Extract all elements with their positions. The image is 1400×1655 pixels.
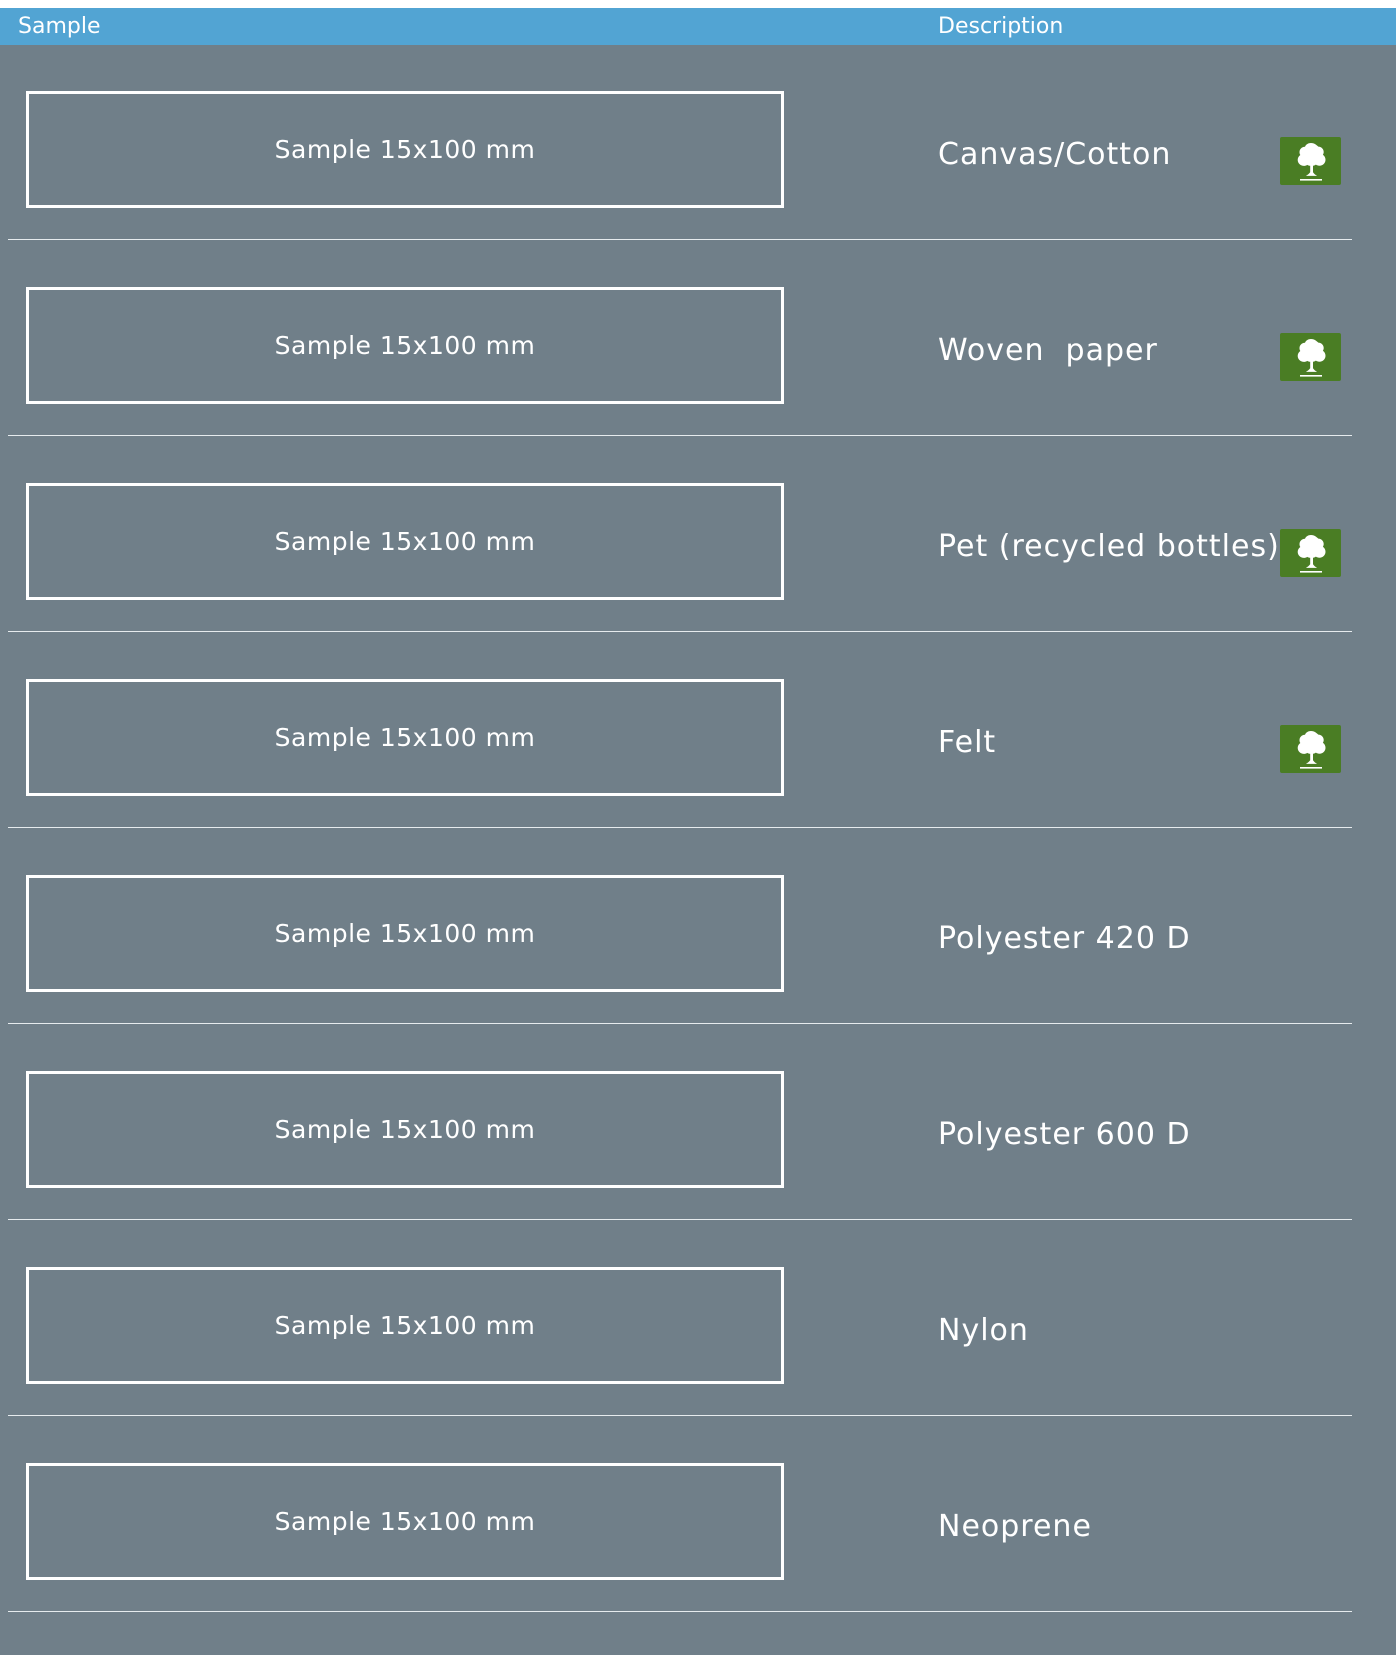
sample-box: Sample 15x100 mm [26,679,784,796]
material-description: Felt [938,725,997,760]
table-row: Sample 15x100 mm Nylon [0,1221,1396,1417]
column-header-description: Description [938,14,1064,39]
sample-box: Sample 15x100 mm [26,91,784,208]
sample-box: Sample 15x100 mm [26,1071,784,1188]
sample-label: Sample 15x100 mm [274,527,536,556]
material-description: Nylon [938,1313,1029,1348]
table-row: Sample 15x100 mm Polyester 420 D [0,829,1396,1025]
row-divider [8,435,1352,436]
table-header: Sample Description [0,8,1396,45]
tree-icon [1280,529,1341,577]
material-description: Polyester 420 D [938,921,1191,956]
material-description: Neoprene [938,1509,1092,1544]
row-divider [8,1415,1352,1416]
sample-label: Sample 15x100 mm [274,919,536,948]
sample-label: Sample 15x100 mm [274,1115,536,1144]
sample-label: Sample 15x100 mm [274,723,536,752]
row-divider [8,827,1352,828]
table-row: Sample 15x100 mm Felt [0,633,1396,829]
column-header-sample: Sample [18,14,101,39]
row-divider [8,631,1352,632]
sample-label: Sample 15x100 mm [274,135,536,164]
table-row: Sample 15x100 mm Neoprene [0,1417,1396,1613]
tree-icon [1280,333,1341,381]
materials-table: Sample Description Sample 15x100 mm Canv… [0,8,1396,1655]
material-description: Polyester 600 D [938,1117,1191,1152]
sample-label: Sample 15x100 mm [274,1507,536,1536]
row-divider [8,1023,1352,1024]
row-divider [8,1219,1352,1220]
sample-label: Sample 15x100 mm [274,331,536,360]
sample-label: Sample 15x100 mm [274,1311,536,1340]
tree-icon [1280,725,1341,773]
sample-box: Sample 15x100 mm [26,1267,784,1384]
row-divider [8,1611,1352,1612]
sample-box: Sample 15x100 mm [26,287,784,404]
sample-box: Sample 15x100 mm [26,1463,784,1580]
table-body: Sample 15x100 mm Canvas/Cotton Sample 15… [0,45,1396,1613]
table-row: Sample 15x100 mm Canvas/Cotton [0,45,1396,241]
material-description: Pet (recycled bottles) [938,529,1280,564]
sample-box: Sample 15x100 mm [26,875,784,992]
table-row: Sample 15x100 mm Polyester 600 D [0,1025,1396,1221]
tree-icon [1280,137,1341,185]
sample-box: Sample 15x100 mm [26,483,784,600]
table-row: Sample 15x100 mm Woven paper [0,241,1396,437]
material-description: Canvas/Cotton [938,137,1172,172]
material-description: Woven paper [938,333,1158,368]
row-divider [8,239,1352,240]
table-row: Sample 15x100 mm Pet (recycled bottles) [0,437,1396,633]
